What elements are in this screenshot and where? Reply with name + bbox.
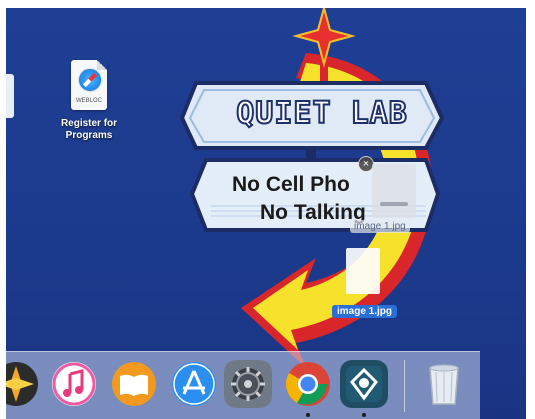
selected-file-label[interactable]: image 1.jpg	[332, 305, 398, 318]
itunes-icon[interactable]	[50, 360, 98, 408]
dock	[6, 351, 480, 419]
desktop-icon-label-line2: Programs	[65, 130, 113, 141]
running-indicator	[306, 413, 310, 417]
webloc-file-icon: WEBLOC	[71, 60, 107, 110]
desktop-icon-label-line1: Register for	[60, 118, 118, 129]
image-file-ghost-icon	[372, 164, 416, 218]
webloc-type-tag: WEBLOC	[75, 98, 102, 104]
sign-rule-line1: No Cell Pho	[232, 173, 350, 196]
sign-quiet-lab: QUIET LAB	[235, 95, 408, 132]
dragged-file-ghost[interactable]: ×	[358, 156, 428, 226]
ibooks-icon[interactable]	[110, 360, 158, 408]
running-indicator	[362, 413, 366, 417]
chrome-icon[interactable]	[284, 360, 332, 408]
camera-app-icon[interactable]	[340, 360, 388, 408]
desktop-icon-register-for-programs[interactable]: WEBLOC Register for Programs	[56, 60, 122, 142]
safari-compass-icon	[78, 68, 102, 92]
system-preferences-icon[interactable]	[224, 360, 272, 408]
app-store-icon[interactable]	[170, 360, 218, 408]
trash-icon[interactable]	[420, 360, 468, 408]
image-file-icon[interactable]	[346, 248, 380, 294]
partial-app-icon[interactable]	[6, 360, 40, 408]
dock-separator	[404, 360, 405, 412]
dragged-file-label: image 1.jpg	[350, 220, 410, 233]
partial-desktop-icon[interactable]	[6, 74, 14, 118]
desktop[interactable]: QUIET LAB No Cell Pho No Talking s WEBLO…	[6, 8, 526, 419]
desktop-icon-label: Register for Programs	[56, 118, 122, 142]
